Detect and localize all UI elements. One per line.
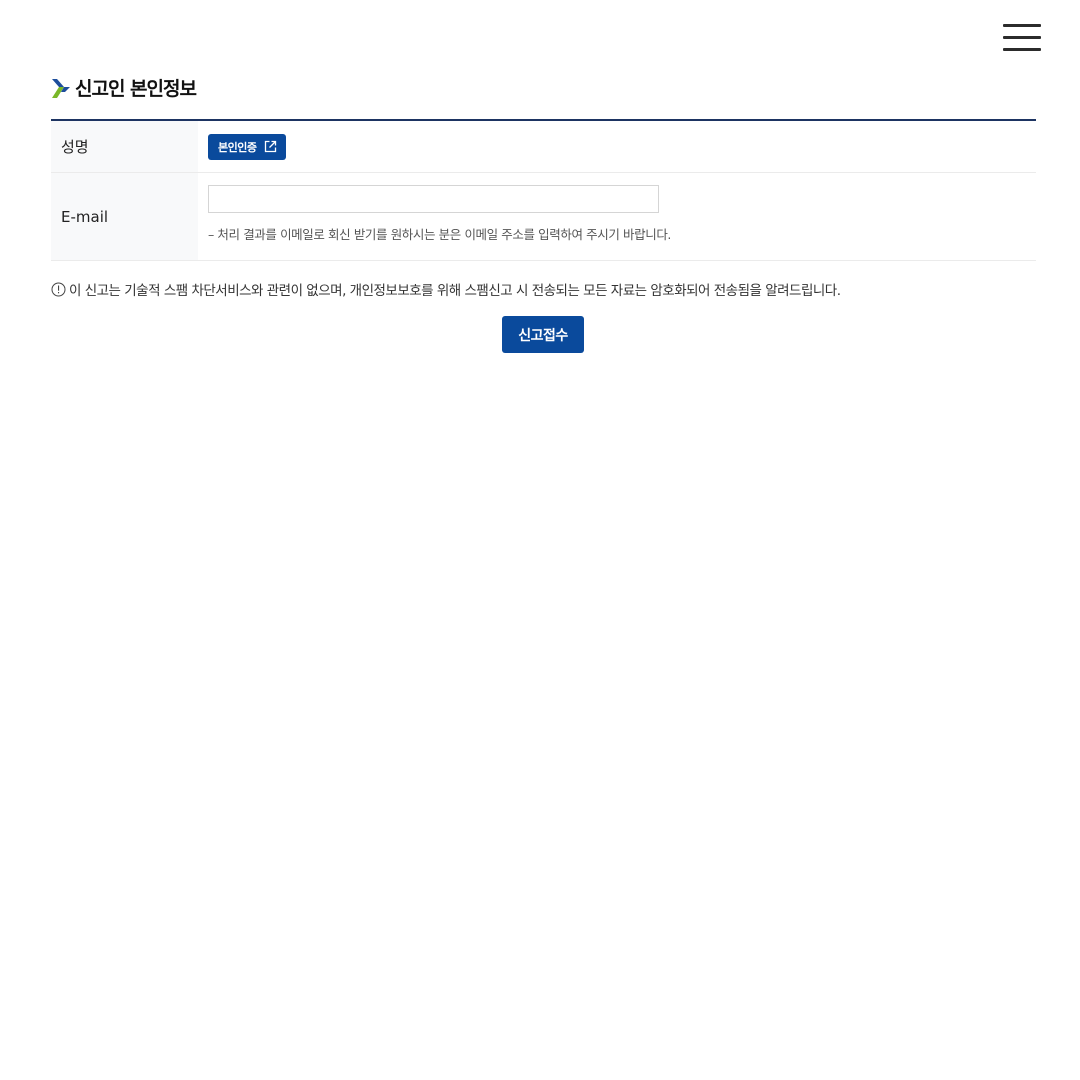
email-label: E-mail — [51, 173, 198, 260]
hamburger-menu-icon[interactable] — [1003, 24, 1043, 52]
name-label: 성명 — [51, 121, 198, 172]
email-cell: – 처리 결과를 이메일로 회신 받기를 원하시는 분은 이메일 주소를 입력하… — [198, 173, 1036, 260]
chevron-mark-icon — [52, 78, 70, 98]
page: 신고인 본인정보 성명 본인인증 E-mail – 처리 결과를 이메일로 회신… — [0, 0, 1080, 1080]
section-title-text: 신고인 본인정보 — [75, 78, 197, 100]
menu-bar — [1003, 24, 1041, 27]
name-cell: 본인인증 — [198, 121, 1036, 172]
email-input[interactable] — [208, 185, 659, 213]
email-row: E-mail – 처리 결과를 이메일로 회신 받기를 원하시는 분은 이메일 … — [51, 173, 1036, 261]
info-circle-icon — [51, 282, 66, 296]
reporter-info-form: 성명 본인인증 E-mail – 처리 결과를 이메일로 회신 받기를 원하시는… — [51, 119, 1036, 261]
identity-verify-label: 본인인증 — [218, 140, 257, 154]
email-help-text: – 처리 결과를 이메일로 회신 받기를 원하시는 분은 이메일 주소를 입력하… — [208, 227, 672, 242]
external-link-icon — [265, 140, 277, 153]
submit-report-button[interactable]: 신고접수 — [502, 316, 584, 353]
menu-bar — [1003, 48, 1041, 51]
name-row: 성명 본인인증 — [51, 121, 1036, 173]
section-title: 신고인 본인정보 — [51, 74, 197, 101]
menu-bar — [1003, 36, 1041, 39]
identity-verify-button[interactable]: 본인인증 — [208, 133, 287, 160]
privacy-notice-text: 이 신고는 기술적 스팸 차단서비스와 관련이 없으며, 개인정보보호를 위해 … — [69, 283, 841, 299]
privacy-notice: 이 신고는 기술적 스팸 차단서비스와 관련이 없으며, 개인정보보호를 위해 … — [51, 279, 841, 299]
